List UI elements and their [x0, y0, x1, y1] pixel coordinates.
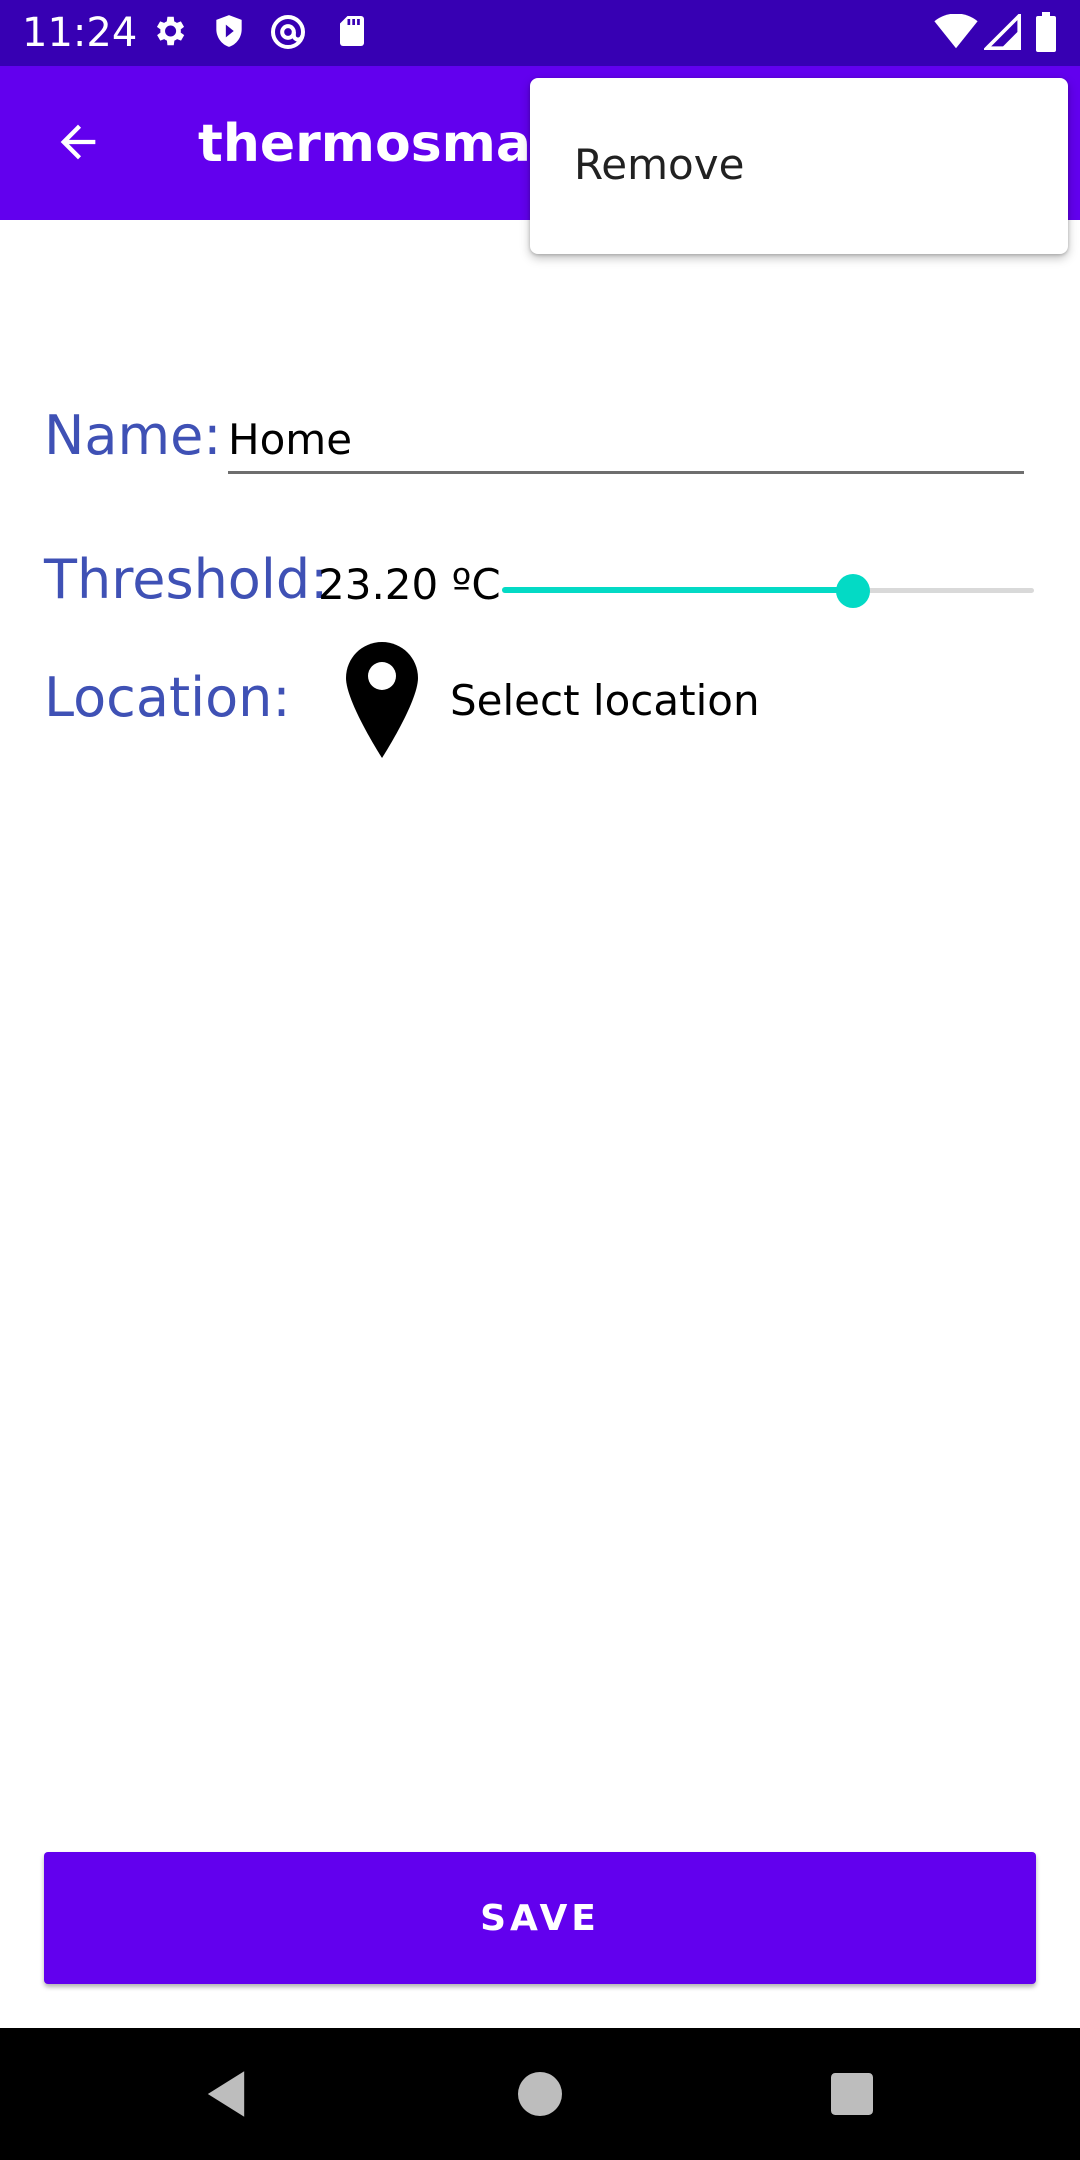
shield-icon [210, 12, 248, 55]
nav-home-button[interactable] [510, 2064, 570, 2124]
at-sign-icon [268, 12, 308, 57]
back-button[interactable] [38, 102, 118, 182]
menu-item-remove[interactable]: Remove [530, 78, 1068, 254]
arrow-left-icon [60, 124, 96, 160]
back-triangle-icon [207, 2071, 245, 2117]
battery-icon [1034, 12, 1058, 57]
overflow-popup-menu: Remove [530, 78, 1068, 254]
recents-square-icon [831, 2073, 873, 2115]
save-button[interactable]: SAVE [44, 1852, 1036, 1984]
threshold-label: Threshold: [44, 548, 329, 611]
nav-back-button[interactable] [196, 2064, 256, 2124]
nav-recents-button[interactable] [822, 2064, 882, 2124]
menu-item-label: Remove [574, 140, 745, 189]
sd-card-icon [334, 12, 370, 55]
wifi-icon [934, 13, 978, 55]
threshold-slider[interactable] [502, 566, 1034, 614]
select-location-link[interactable]: Select location [450, 676, 760, 725]
slider-fill [502, 587, 854, 593]
map-pin-icon[interactable] [344, 640, 420, 760]
status-time: 11:24 [22, 10, 138, 56]
slider-thumb[interactable] [836, 574, 871, 608]
status-bar: 11:24 [0, 0, 1080, 66]
settings-icon [150, 12, 188, 55]
signal-icon [982, 11, 1022, 55]
name-label: Name: [44, 404, 222, 467]
name-input[interactable] [228, 408, 1024, 474]
location-label: Location: [44, 666, 291, 729]
home-circle-icon [518, 2072, 562, 2116]
navigation-bar [0, 2028, 1080, 2160]
threshold-value: 23.20 ºC [318, 560, 501, 609]
app-title: thermosmart [198, 114, 582, 174]
